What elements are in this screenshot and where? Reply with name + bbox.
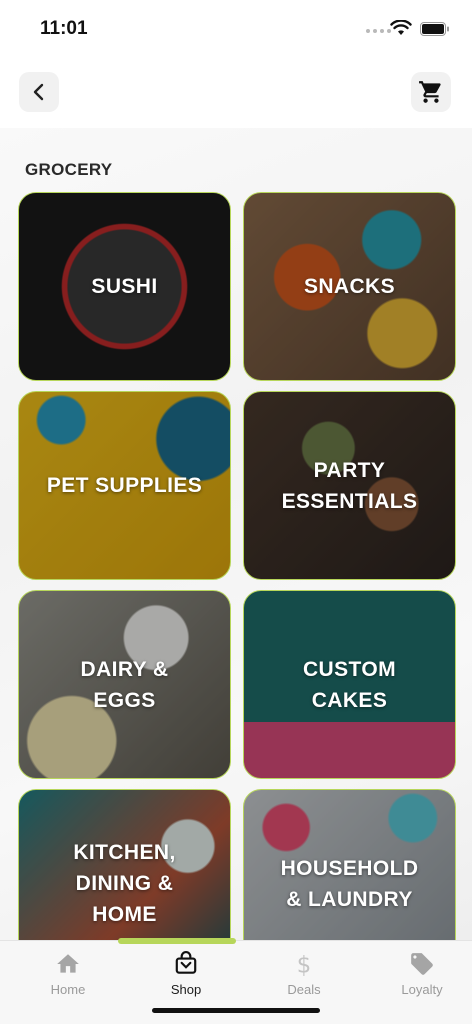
category-tile-pet-supplies[interactable]: PET SUPPLIES	[18, 391, 231, 580]
shopping-bag-icon	[175, 951, 197, 974]
category-grid: SUSHI SNACKS PET SUPPLIES PARTY ESSENTIAL…	[18, 192, 456, 940]
category-label: PARTY ESSENTIALS	[281, 458, 418, 513]
category-tile-sushi[interactable]: SUSHI	[18, 192, 231, 381]
signal-icon	[366, 29, 391, 33]
tab-label: Shop	[170, 982, 202, 997]
shopping-cart-icon	[419, 81, 441, 103]
tab-deals[interactable]: $ Deals	[245, 951, 363, 1011]
battery-icon	[420, 22, 449, 36]
status-time: 11:01	[40, 18, 88, 39]
category-tile-custom-cakes[interactable]: CUSTOM CAKES	[243, 590, 456, 779]
home-icon	[57, 954, 79, 973]
category-label: CUSTOM CAKES	[302, 657, 396, 712]
chevron-left-icon	[33, 83, 44, 101]
dollar-icon: $	[297, 953, 311, 977]
back-button[interactable]	[19, 72, 59, 112]
cart-button[interactable]	[411, 72, 451, 112]
category-tile-party-essentials[interactable]: PARTY ESSENTIALS	[243, 391, 456, 580]
category-tile-snacks[interactable]: SNACKS	[243, 192, 456, 381]
category-label: PET SUPPLIES	[46, 474, 203, 497]
category-label: HOUSEHOLD & LAUNDRY	[280, 856, 419, 911]
category-label: KITCHEN, DINING & HOME	[73, 841, 176, 926]
section-title: GROCERY	[25, 160, 113, 179]
wifi-icon	[390, 20, 412, 35]
tab-label: Loyalty	[401, 982, 443, 997]
category-content: GROCERY SUSHI SNACKS PET SUPPLIES PARTY E…	[0, 128, 472, 940]
category-tile-household-laundry[interactable]: HOUSEHOLD & LAUNDRY	[243, 789, 456, 940]
category-label: SUSHI	[91, 275, 158, 298]
category-tile-dairy-eggs[interactable]: DAIRY & EGGS	[18, 590, 231, 779]
status-bar: 11:01	[0, 0, 472, 60]
tab-home[interactable]: Home	[9, 951, 127, 1011]
active-tab-indicator	[118, 938, 236, 944]
tab-label: Deals	[287, 982, 321, 997]
tab-shop[interactable]: Shop	[127, 951, 245, 1011]
home-indicator	[152, 1008, 320, 1013]
category-label: DAIRY & EGGS	[80, 657, 169, 712]
tab-loyalty[interactable]: Loyalty	[363, 951, 472, 1011]
svg-text:$: $	[297, 953, 311, 977]
top-nav-bar	[0, 60, 472, 128]
tag-icon	[411, 953, 433, 975]
tab-label: Home	[50, 982, 86, 997]
category-tile-kitchen-dining-home[interactable]: KITCHEN, DINING & HOME	[18, 789, 231, 940]
category-label: SNACKS	[303, 275, 396, 298]
